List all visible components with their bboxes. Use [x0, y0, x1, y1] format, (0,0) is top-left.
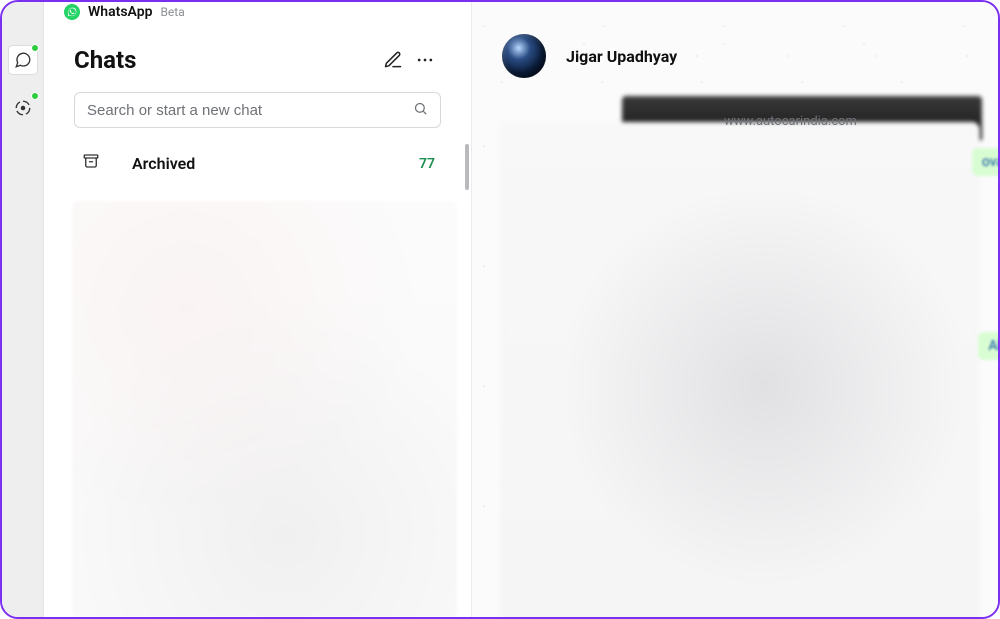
sidebar: WhatsApp Beta Chats Archived: [44, 2, 472, 617]
more-horizontal-icon: [415, 50, 435, 70]
chats-title: Chats: [74, 46, 377, 74]
rail-chats[interactable]: [9, 46, 37, 74]
compose-icon: [383, 50, 403, 70]
search-field[interactable]: [74, 92, 441, 128]
whatsapp-logo-icon: [64, 4, 80, 20]
blurred-chat-list: [72, 201, 457, 617]
chat-header[interactable]: Jigar Upadhyay: [472, 2, 998, 96]
search-icon: [413, 101, 428, 120]
search-input[interactable]: [87, 102, 413, 119]
chats-header: Chats: [44, 22, 471, 86]
chat-bubble-icon: [14, 51, 32, 69]
blurred-conversation: [500, 122, 980, 617]
contact-avatar[interactable]: [502, 34, 546, 78]
archived-count: 77: [419, 156, 435, 172]
chat-pane: Jigar Upadhyay www.autocarindia.com ova …: [472, 2, 998, 617]
unread-dot-icon: [31, 44, 39, 52]
new-chat-button[interactable]: [377, 44, 409, 76]
nav-rail: [2, 2, 44, 617]
beta-badge: Beta: [160, 5, 184, 19]
message-bubble: Ahr: [978, 332, 998, 360]
contact-name: Jigar Upadhyay: [566, 47, 677, 66]
archived-row[interactable]: Archived 77: [44, 134, 471, 193]
unread-dot-icon: [31, 92, 39, 100]
link-preview-url: www.autocarindia.com: [724, 114, 857, 129]
scrollbar-thumb[interactable]: [465, 144, 469, 190]
app-name: WhatsApp: [88, 4, 152, 20]
status-ring-icon: [14, 99, 32, 117]
archive-icon: [82, 152, 100, 175]
message-bubble: ova: [972, 148, 998, 176]
archived-label: Archived: [132, 154, 419, 173]
app-title-row: WhatsApp Beta: [44, 2, 471, 22]
more-menu-button[interactable]: [409, 44, 441, 76]
rail-status[interactable]: [9, 94, 37, 122]
